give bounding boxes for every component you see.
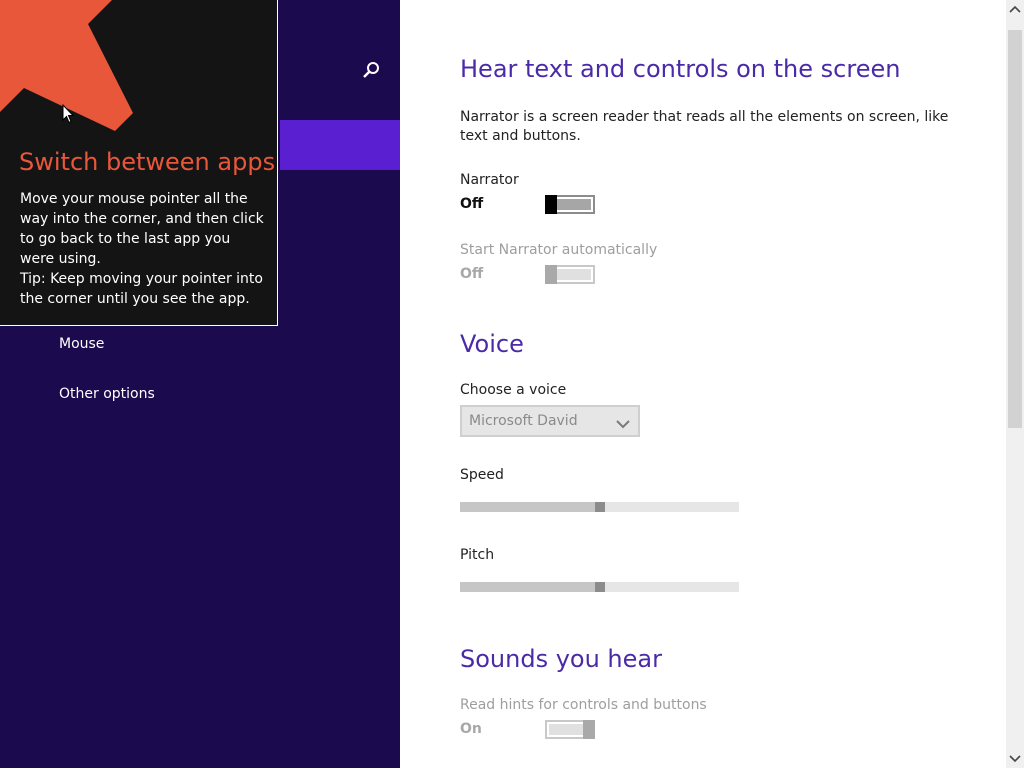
auto-start-label: Start Narrator automatically (460, 242, 658, 258)
toggle-track (557, 199, 591, 210)
voice-select[interactable]: Microsoft David (460, 405, 640, 437)
slider-thumb[interactable] (594, 582, 605, 592)
section-heading-narrator: Hear text and controls on the screen (460, 55, 901, 83)
settings-content: Hear text and controls on the screen Nar… (400, 0, 1006, 768)
pitch-label: Pitch (460, 547, 495, 563)
speed-slider[interactable] (460, 502, 739, 512)
section-heading-voice: Voice (460, 330, 524, 358)
read-hints-state: On (460, 721, 482, 737)
read-hints-label: Read hints for controls and buttons (460, 697, 707, 713)
toggle-thumb (545, 265, 557, 284)
nav-selected-item[interactable] (280, 120, 400, 170)
tip-body: Move your mouse pointer all the way into… (20, 189, 265, 309)
auto-start-state: Off (460, 266, 484, 282)
switch-apps-tip: Switch between apps Move your mouse poin… (0, 0, 278, 326)
speed-label: Speed (460, 467, 504, 483)
auto-start-toggle[interactable] (545, 265, 595, 284)
scroll-up-icon[interactable] (1006, 0, 1024, 18)
nav-item-mouse[interactable]: Mouse (59, 336, 104, 352)
slider-thumb[interactable] (594, 502, 605, 512)
toggle-thumb (545, 195, 557, 214)
search-icon[interactable] (360, 60, 382, 82)
scroll-down-icon[interactable] (1006, 750, 1024, 768)
narrator-description: Narrator is a screen reader that reads a… (460, 109, 949, 144)
scrollbar-thumb[interactable] (1008, 30, 1022, 428)
narrator-state: Off (460, 196, 484, 212)
vertical-scrollbar[interactable] (1006, 0, 1024, 768)
voice-select-value: Microsoft David (469, 413, 578, 429)
nav-item-other-options[interactable]: Other options (59, 386, 155, 402)
pitch-slider[interactable] (460, 582, 739, 592)
toggle-thumb (583, 720, 595, 739)
chevron-down-icon (616, 415, 630, 429)
tip-instruction: Move your mouse pointer all the way into… (20, 191, 264, 267)
pc-settings-window: Mouse Other options Switch between apps … (0, 0, 1024, 768)
slider-fill (460, 582, 600, 592)
toggle-track (557, 269, 591, 280)
tip-title: Switch between apps (19, 148, 276, 176)
narrator-label: Narrator (460, 172, 519, 188)
section-heading-sounds: Sounds you hear (460, 645, 662, 673)
tip-hint: Tip: Keep moving your pointer into the c… (20, 271, 263, 307)
mouse-pointer-icon (62, 103, 75, 124)
choose-voice-label: Choose a voice (460, 382, 567, 398)
narrator-toggle[interactable] (545, 195, 595, 214)
read-hints-toggle[interactable] (545, 720, 595, 739)
toggle-track (549, 724, 583, 735)
slider-fill (460, 502, 600, 512)
